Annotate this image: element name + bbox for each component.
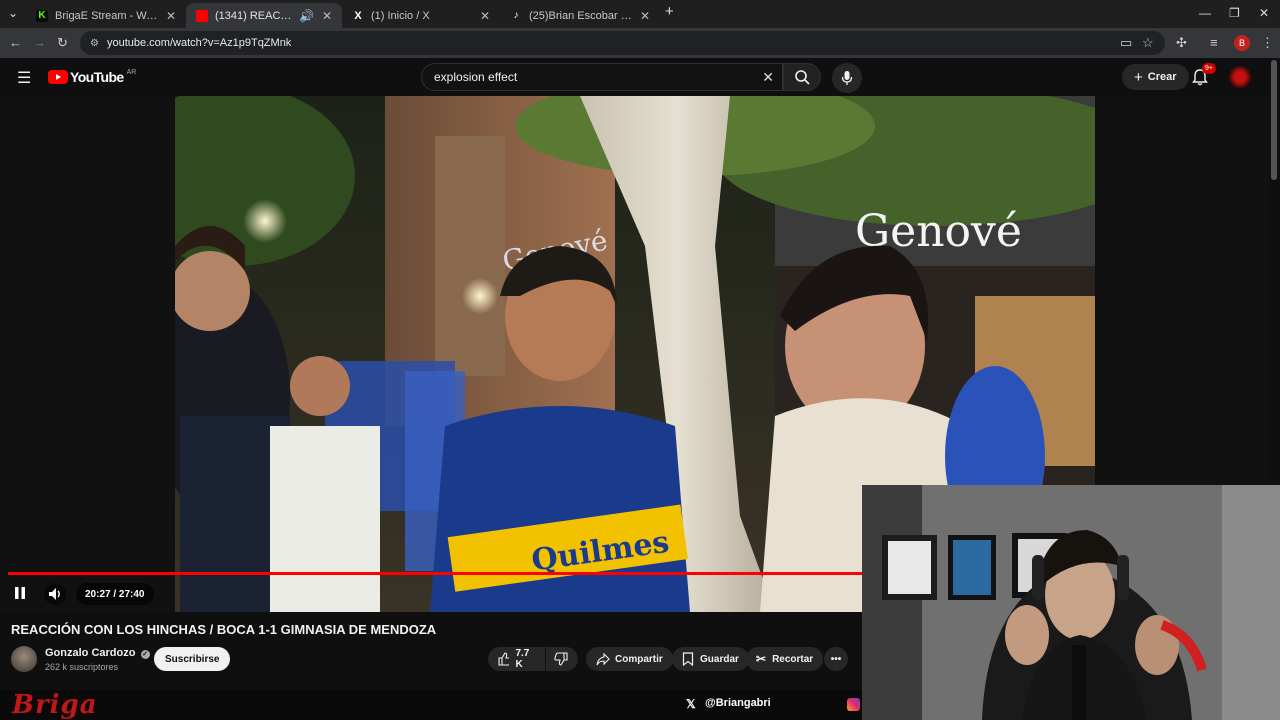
more-icon: ••• bbox=[830, 653, 842, 665]
tab-title: (25)Brian Escobar (@brigaesc) | bbox=[529, 9, 632, 22]
clear-search-icon[interactable]: ✕ bbox=[762, 69, 774, 86]
search-query: explosion effect bbox=[434, 70, 518, 84]
tab-youtube-video[interactable]: (1341) REACCIÓN CON LOS 🔊 ✕ bbox=[186, 3, 342, 28]
share-icon bbox=[596, 652, 610, 666]
tab-close-icon[interactable]: ✕ bbox=[166, 9, 176, 23]
voice-search-button[interactable] bbox=[832, 63, 862, 93]
bookmark-icon bbox=[682, 652, 694, 666]
url-text: youtube.com/watch?v=Az1p9TqZMnk bbox=[106, 37, 292, 49]
browser-toolbar: ← → ↻ ⚙ youtube.com/watch?v=Az1p9TqZMnk … bbox=[0, 28, 1280, 58]
create-button[interactable]: + Crear bbox=[1122, 64, 1189, 90]
share-label: Compartir bbox=[615, 653, 663, 665]
progress-played bbox=[8, 572, 862, 575]
youtube-favicon-icon bbox=[196, 9, 208, 22]
guide-menu-icon[interactable]: ☰ bbox=[17, 68, 31, 88]
tab-kick-stream[interactable]: K BrigaE Stream - Watch Live on ✕ bbox=[26, 3, 186, 28]
search-icon bbox=[795, 70, 810, 85]
tab-x-home[interactable]: X (1) Inicio / X ✕ bbox=[342, 3, 500, 28]
address-bar[interactable]: ⚙ youtube.com/watch?v=Az1p9TqZMnk bbox=[80, 31, 1165, 55]
webcam-scene bbox=[862, 485, 1280, 720]
x-logo-icon: 𝕏 bbox=[686, 697, 696, 711]
tab-audio-icon[interactable]: 🔊 bbox=[299, 9, 314, 23]
plus-icon: + bbox=[1134, 68, 1143, 86]
channel-name-text: Gonzalo Cardozo bbox=[45, 647, 136, 659]
search-button[interactable] bbox=[783, 63, 821, 91]
tab-title: (1341) REACCIÓN CON LOS bbox=[215, 9, 295, 22]
save-label: Guardar bbox=[700, 653, 739, 665]
clip-label: Recortar bbox=[772, 653, 814, 665]
tab-title: BrigaE Stream - Watch Live on bbox=[55, 9, 158, 22]
cast-icon[interactable]: ▭ bbox=[1120, 36, 1132, 50]
browser-menu-icon[interactable]: ⋮ bbox=[1261, 36, 1274, 50]
window-close-icon[interactable]: ✕ bbox=[1259, 6, 1269, 20]
page-scrollbar[interactable] bbox=[1271, 60, 1277, 180]
webcam-overlay bbox=[862, 485, 1280, 720]
tiktok-favicon-icon: ♪ bbox=[513, 10, 519, 21]
thumbs-down-icon bbox=[554, 652, 568, 666]
bookmark-star-icon[interactable]: ☆ bbox=[1142, 36, 1154, 50]
instagram-icon bbox=[847, 698, 860, 711]
minimize-icon[interactable]: — bbox=[1199, 6, 1211, 20]
clip-button[interactable]: ✂ Recortar bbox=[746, 647, 824, 671]
notifications-button[interactable]: 9+ bbox=[1192, 63, 1216, 91]
thumbs-up-icon bbox=[498, 652, 510, 666]
like-button[interactable]: 7.7 K bbox=[488, 647, 545, 671]
account-avatar[interactable] bbox=[1229, 66, 1251, 88]
channel-name[interactable]: Gonzalo Cardozo ✓ bbox=[45, 647, 150, 659]
streamer-logo: Briga bbox=[12, 690, 98, 720]
search-input[interactable]: explosion effect ✕ bbox=[421, 63, 783, 91]
like-count: 7.7 K bbox=[515, 648, 530, 670]
youtube-wordmark: YouTube bbox=[70, 69, 124, 85]
tab-tiktok[interactable]: ♪ (25)Brian Escobar (@brigaesc) | ✕ bbox=[500, 3, 660, 28]
reload-icon[interactable]: ↻ bbox=[57, 36, 68, 50]
region-code: AR bbox=[126, 68, 137, 76]
pause-button[interactable] bbox=[12, 585, 28, 606]
time-display: 20:27 / 27:40 bbox=[76, 583, 154, 605]
kick-favicon-icon: K bbox=[36, 9, 48, 22]
forward-icon[interactable]: → bbox=[33, 36, 46, 50]
subscriber-count: 262 k suscriptores bbox=[45, 662, 119, 672]
video-progress-bar[interactable] bbox=[8, 572, 862, 575]
more-actions-button[interactable]: ••• bbox=[824, 647, 848, 671]
dislike-button[interactable] bbox=[546, 647, 578, 671]
channel-avatar[interactable] bbox=[11, 646, 37, 672]
save-button[interactable]: Guardar bbox=[672, 647, 749, 671]
share-button[interactable]: Compartir bbox=[586, 647, 673, 671]
microphone-icon bbox=[841, 71, 853, 85]
site-info-icon[interactable]: ⚙ bbox=[90, 38, 99, 49]
profile-avatar[interactable]: B bbox=[1234, 35, 1250, 51]
video-title: REACCIÓN CON LOS HINCHAS / BOCA 1-1 GIMN… bbox=[11, 622, 437, 637]
youtube-play-logo-icon bbox=[48, 70, 68, 84]
subscribe-button[interactable]: Suscribirse bbox=[154, 647, 231, 671]
pause-icon bbox=[15, 587, 25, 599]
create-label: Crear bbox=[1147, 71, 1177, 83]
restore-icon[interactable]: ❐ bbox=[1229, 6, 1240, 20]
tab-close-icon[interactable]: ✕ bbox=[480, 9, 490, 23]
verified-icon: ✓ bbox=[140, 650, 150, 659]
extensions-icon[interactable]: ✣ bbox=[1176, 36, 1187, 50]
youtube-header: ☰ YouTube AR explosion effect ✕ + Crear … bbox=[0, 58, 1280, 96]
tab-title: (1) Inicio / X bbox=[371, 9, 430, 22]
twitter-handle: @Briangabri bbox=[705, 697, 771, 709]
browser-tab-strip: ⌄ K BrigaE Stream - Watch Live on ✕ (134… bbox=[0, 0, 1280, 28]
notification-badge: 9+ bbox=[1202, 63, 1216, 74]
back-icon[interactable]: ← bbox=[9, 36, 22, 50]
youtube-logo[interactable]: YouTube AR bbox=[48, 69, 136, 85]
volume-button[interactable] bbox=[44, 583, 66, 605]
new-tab-icon[interactable]: + bbox=[665, 3, 674, 20]
tab-close-icon[interactable]: ✕ bbox=[322, 9, 332, 23]
tab-close-icon[interactable]: ✕ bbox=[640, 9, 650, 23]
media-control-icon[interactable]: ≡ bbox=[1210, 36, 1218, 50]
scissors-icon: ✂ bbox=[756, 652, 767, 666]
tab-search-icon[interactable]: ⌄ bbox=[8, 6, 18, 20]
x-favicon-icon: X bbox=[354, 9, 362, 22]
volume-icon bbox=[49, 588, 60, 600]
